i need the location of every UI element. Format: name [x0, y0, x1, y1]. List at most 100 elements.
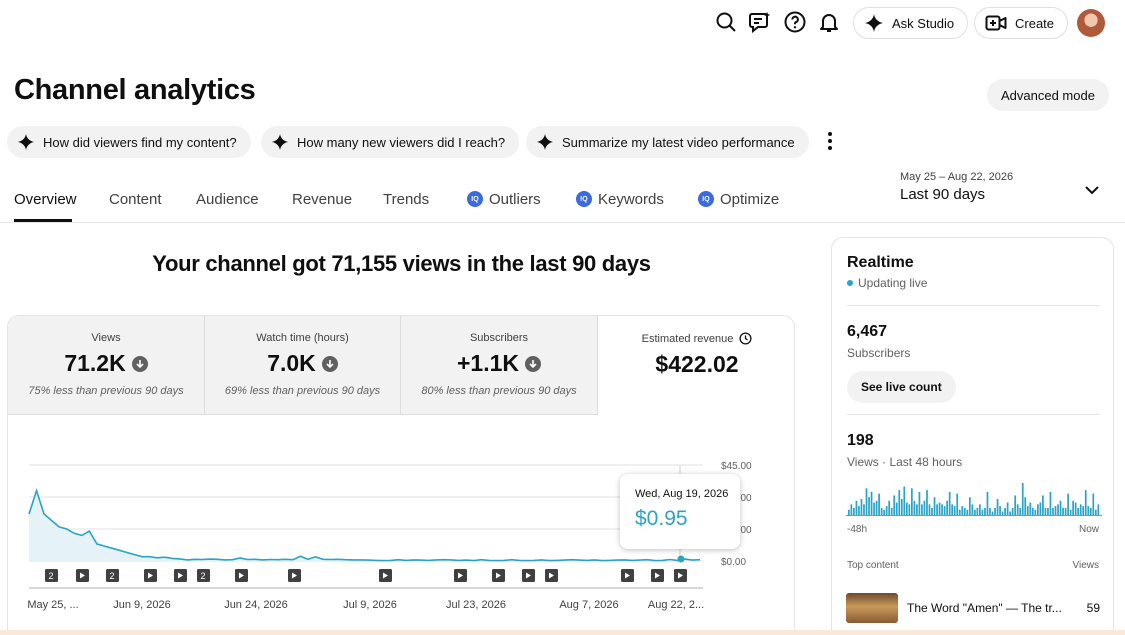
metric-value: +1.1K	[456, 350, 519, 376]
tab-optimize[interactable]: IQ Optimize	[698, 186, 779, 212]
realtime-bar	[890, 507, 893, 515]
realtime-bar	[858, 506, 860, 515]
realtime-bar	[1004, 507, 1006, 515]
realtime-bar	[938, 502, 941, 515]
realtime-bar	[1021, 483, 1024, 515]
top-content-item[interactable]: The Word "Amen" — The tr... 59	[846, 593, 1102, 625]
realtime-bar	[953, 506, 956, 515]
video-views: 59	[1086, 601, 1100, 615]
realtime-bar	[943, 506, 946, 515]
realtime-bar	[974, 509, 976, 515]
divider	[847, 414, 1100, 415]
chip-label: Summarize my latest video performance	[562, 134, 795, 150]
realtime-bar	[853, 507, 855, 515]
x-tick-label: Jun 9, 2026	[113, 599, 171, 611]
realtime-bar	[880, 507, 883, 515]
realtime-bar	[984, 507, 986, 515]
tab-label: Outliers	[489, 190, 541, 208]
realtime-status: Updating live	[847, 276, 927, 290]
tab-label: Audience	[196, 190, 259, 208]
date-range-selector[interactable]: May 25 – Aug 22, 2026 Last 90 days	[900, 171, 1013, 203]
series-line	[28, 487, 701, 562]
subscribers-count: 6,467	[847, 323, 888, 340]
realtime-bar	[971, 504, 974, 515]
realtime-bar	[870, 491, 873, 515]
header-divider	[0, 222, 1125, 223]
feedback-icon[interactable]	[748, 10, 772, 34]
hover-point	[677, 555, 685, 563]
subscribers-label: Subscribers	[847, 346, 911, 360]
video-count-label: 2	[109, 571, 114, 581]
realtime-bar	[878, 493, 880, 515]
realtime-bar	[911, 488, 913, 515]
realtime-bar	[1047, 507, 1049, 515]
tab-outliers[interactable]: IQ Outliers	[467, 186, 541, 212]
x-tick-label: Aug 7, 2026	[559, 599, 618, 611]
realtime-bar	[991, 511, 994, 515]
realtime-bar	[1087, 506, 1090, 515]
chip-summarize[interactable]: Summarize my latest video performance	[526, 126, 809, 158]
realtime-bar	[979, 504, 981, 515]
realtime-bar	[1077, 507, 1080, 515]
x-tick-label: Jun 24, 2026	[224, 599, 288, 611]
chip-new-viewers[interactable]: How many new viewers did I reach?	[261, 126, 520, 158]
see-live-count-button[interactable]: See live count	[847, 371, 956, 403]
tab-label: Content	[109, 190, 162, 208]
views-column-header: Views	[1072, 560, 1100, 571]
analytics-tabs: Overview Content Audience Revenue Trends…	[0, 186, 820, 223]
advanced-mode-button[interactable]: Advanced mode	[987, 79, 1109, 111]
realtime-bar	[1059, 500, 1062, 515]
chip-label: How did viewers find my content?	[43, 134, 237, 150]
notifications-icon[interactable]	[817, 10, 841, 34]
account-avatar[interactable]	[1077, 9, 1105, 37]
series-area	[29, 490, 700, 561]
metric-label: Subscribers	[469, 332, 529, 344]
realtime-bar	[1057, 504, 1059, 515]
tab-overview[interactable]: Overview	[14, 186, 77, 212]
tab-content[interactable]: Content	[109, 186, 162, 212]
iq-badge-icon: IQ	[467, 191, 483, 207]
realtime-bar	[918, 491, 921, 515]
tab-revenue[interactable]: Revenue	[292, 186, 352, 212]
metric-revenue[interactable]: Estimated revenue $422.02	[598, 316, 794, 415]
realtime-bar	[905, 502, 908, 515]
y-tick-label: $0.00	[721, 557, 746, 568]
realtime-views-chart[interactable]	[846, 478, 1102, 518]
views-label: Views · Last 48 hours	[847, 455, 963, 469]
sparkle-icon	[536, 133, 554, 151]
create-button[interactable]: Create	[974, 7, 1069, 39]
help-icon[interactable]	[783, 10, 807, 34]
metric-views[interactable]: Views 71.2K 75% less than previous 90 da…	[8, 316, 205, 415]
date-range-dates: May 25 – Aug 22, 2026	[900, 171, 1014, 183]
realtime-bar	[1031, 507, 1034, 515]
page-title: Channel analytics	[14, 74, 256, 106]
realtime-bar	[898, 490, 901, 515]
sparkle-icon	[865, 14, 883, 32]
metric-subscribers[interactable]: Subscribers +1.1K 80% less than previous…	[401, 316, 598, 415]
realtime-bar	[1049, 491, 1052, 515]
realtime-bar	[885, 506, 888, 515]
tab-label: Revenue	[292, 190, 353, 208]
realtime-bar	[1029, 502, 1032, 515]
realtime-bar	[1052, 507, 1054, 515]
realtime-bar	[994, 507, 996, 515]
x-tick-label: Jul 23, 2026	[446, 599, 506, 611]
metric-watch-time[interactable]: Watch time (hours) 7.0K 69% less than pr…	[205, 316, 401, 415]
realtime-bar	[1097, 504, 1100, 515]
date-range-label: Last 90 days	[900, 186, 986, 203]
tab-keywords[interactable]: IQ Keywords	[576, 186, 664, 212]
realtime-bar	[1082, 506, 1085, 515]
realtime-bar	[951, 504, 954, 515]
tab-audience[interactable]: Audience	[196, 186, 259, 212]
chevron-down-icon[interactable]	[1082, 180, 1102, 200]
realtime-bar	[923, 500, 926, 515]
x-tick-label: Jul 9, 2026	[343, 599, 397, 611]
divider	[847, 305, 1100, 306]
tab-label: Overview	[14, 190, 77, 208]
chip-viewers-find[interactable]: How did viewers find my content?	[7, 126, 251, 158]
more-options-icon[interactable]	[818, 129, 842, 153]
tab-trends[interactable]: Trends	[383, 186, 429, 212]
metric-value: 71.2K	[64, 350, 126, 376]
ask-studio-button[interactable]: Ask Studio	[853, 7, 969, 39]
search-icon[interactable]	[714, 10, 738, 34]
